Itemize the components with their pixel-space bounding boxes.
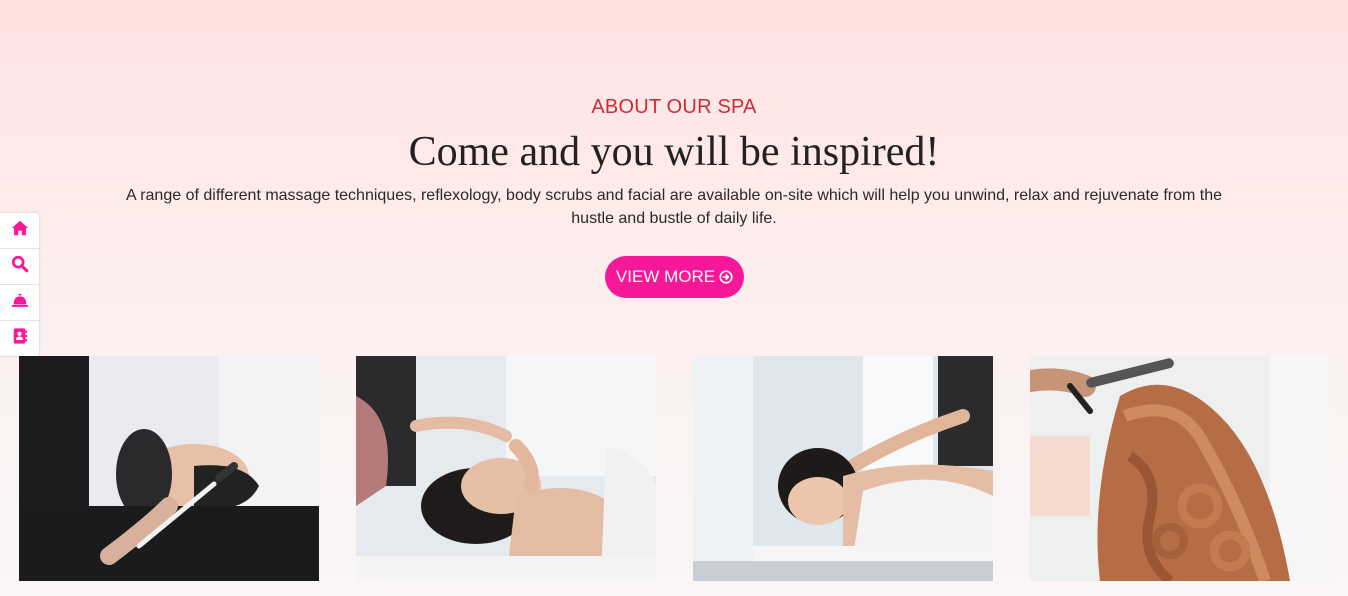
home-icon	[11, 219, 29, 242]
facial-mask-photo	[19, 356, 319, 581]
section-description: A range of different massage techniques,…	[125, 187, 1223, 227]
services-button[interactable]	[0, 285, 39, 321]
face-massage-photo	[356, 356, 656, 581]
section-headline: Come and you will be inspired!	[408, 129, 940, 175]
search-icon	[11, 255, 29, 278]
view-more-label: VIEW MORE	[615, 267, 716, 286]
photo-gallery	[0, 356, 1348, 581]
gallery-photo-hair-curling[interactable]	[1030, 356, 1330, 581]
service-bell-icon	[11, 291, 29, 314]
section-eyebrow: ABOUT OUR SPA	[591, 96, 757, 118]
back-massage-photo	[693, 356, 993, 581]
gallery-photo-facial[interactable]	[19, 356, 319, 581]
view-more-button[interactable]: VIEW MORE	[605, 256, 744, 298]
gallery-photo-face-massage[interactable]	[356, 356, 656, 581]
arrow-circle-right-icon	[719, 270, 733, 284]
gallery-photo-back-massage[interactable]	[693, 356, 993, 581]
contact-book-icon	[11, 327, 29, 350]
home-button[interactable]	[0, 213, 39, 249]
contact-button[interactable]	[0, 321, 39, 356]
side-toolbar	[0, 212, 40, 357]
hair-curling-photo	[1030, 356, 1330, 581]
search-button[interactable]	[0, 249, 39, 285]
